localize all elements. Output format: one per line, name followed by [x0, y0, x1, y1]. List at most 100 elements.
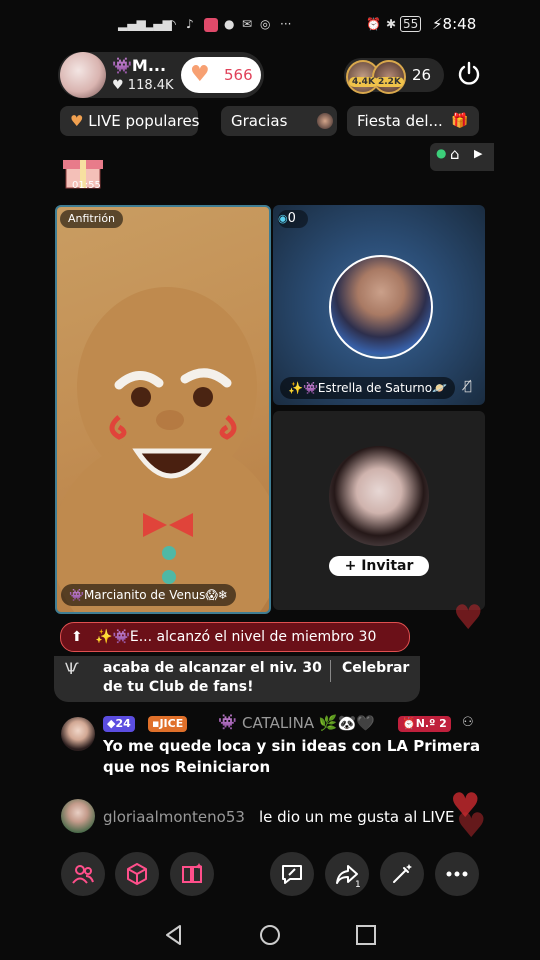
guest-name-chip-label: Estrella de Saturno: [317, 381, 433, 395]
guest-avatar[interactable]: [329, 255, 433, 359]
whatsapp-icon: ◎: [260, 17, 271, 31]
edit-chat-icon: [282, 865, 302, 884]
member-level-banner[interactable]: ⬆ ✨👾E... alcanzó el nivel de miembro 30: [60, 622, 410, 652]
wifi-icon: ◠: [166, 17, 177, 31]
share-button[interactable]: 1: [325, 852, 369, 896]
effects-button[interactable]: [115, 852, 159, 896]
host-name-chip[interactable]: 👾Marcianito de Venus😱❄: [61, 584, 236, 606]
mic-off-icon: 🎙̸: [464, 379, 472, 394]
chat-button[interactable]: [270, 852, 314, 896]
more-button[interactable]: [435, 852, 479, 896]
host-video-tile[interactable]: [55, 205, 271, 614]
tab-live-populares[interactable]: ♥ LIVE populares: [60, 106, 200, 136]
comment-avatar[interactable]: [61, 799, 95, 833]
tab-gracias[interactable]: Gracias: [221, 106, 337, 136]
recents-icon[interactable]: [355, 924, 377, 946]
home-nav-icon[interactable]: [259, 924, 281, 946]
rank-badge: ⏰N.º 2: [398, 716, 451, 732]
side-controls[interactable]: ● ⌂ ▶: [430, 143, 494, 171]
user-avatar: [317, 113, 333, 129]
stickers-button[interactable]: [170, 852, 214, 896]
sparkle-icon: ✨: [95, 629, 113, 645]
power-icon[interactable]: [455, 60, 483, 88]
host-likes-value: 118.4K: [127, 78, 174, 93]
user-group-icon: ⚇: [462, 715, 474, 730]
host-badge: Anfitrión: [60, 210, 124, 228]
viewer-badge: 4.4K: [349, 77, 378, 87]
guests-button[interactable]: [61, 852, 105, 896]
app-icon: [204, 18, 218, 32]
celebrate-button[interactable]: Celebrar: [342, 660, 409, 676]
floating-heart-icon: ♥: [453, 598, 484, 638]
notification-text: acaba de alcanzar el niv. 30 de tu Club …: [103, 660, 322, 695]
status-dot-icon: ●: [436, 146, 447, 160]
gift-timer: 01:55: [72, 180, 101, 191]
tab-label: LIVE populares: [88, 112, 200, 130]
facebook-icon: ●: [224, 17, 235, 31]
planet-icon: 🪐: [432, 381, 448, 395]
signal-icon: ▂▄▆: [118, 17, 146, 31]
invite-label: Invitar: [361, 558, 414, 574]
battery-icon: 55: [400, 16, 422, 32]
more-icon: [446, 871, 468, 877]
host-name-text: M...: [131, 56, 167, 75]
member-banner-text: E... alcanzó el nivel de miembro 30: [129, 629, 377, 645]
enhance-button[interactable]: [380, 852, 424, 896]
alien-icon: 👾: [302, 381, 318, 395]
heart-icon: ♥: [70, 112, 84, 130]
invitee-avatar: [329, 446, 429, 546]
alarm-icon: ⏰: [366, 17, 381, 31]
alien-icon: 👾: [69, 588, 84, 602]
tab-fiesta[interactable]: Fiesta del... 🎁: [347, 106, 479, 136]
comment-message: le dio un me gusta al LIVE: [259, 808, 455, 826]
sparkle-icon: ✨: [288, 381, 303, 395]
book-icon: [182, 863, 202, 883]
host-likes: ♥ 118.4K: [112, 78, 174, 93]
clock: ⚡8:48: [432, 15, 477, 33]
guest-name-chip[interactable]: ✨👾Estrella de Saturno🪐: [280, 377, 456, 399]
arrow-up-icon: ⬆: [71, 629, 83, 645]
host-avatar[interactable]: [60, 52, 106, 98]
viewer-badge: 2.2K: [375, 77, 404, 87]
level-badge-value: 24: [115, 717, 131, 730]
comment-user-name: CATALINA: [242, 714, 315, 732]
comment-message: Yo me quede loca y sin ideas con LA Prim…: [103, 737, 481, 776]
comment-user[interactable]: CATALINA 🌿🐼🖤: [242, 714, 375, 732]
mail-icon: ✉: [242, 17, 253, 31]
host-name: 👾M...: [112, 56, 167, 75]
guest-gift-count: ◉0: [278, 210, 308, 228]
gingerbread-face: [57, 287, 269, 612]
back-icon[interactable]: [163, 924, 185, 946]
level-badge: ◆24: [103, 716, 135, 732]
invite-button[interactable]: + Invitar: [329, 556, 429, 576]
alien-icon: 👾: [112, 629, 130, 645]
share-count: 1: [355, 880, 361, 890]
fan-club-icon: Ѱ: [65, 659, 79, 678]
people-icon: [72, 865, 94, 884]
gift-icon: 🎁: [451, 113, 469, 129]
fan-badge: ▪JICE: [148, 716, 188, 732]
divider: [330, 660, 331, 682]
viewer-count: 26: [412, 66, 432, 84]
battery-level: 55: [403, 17, 419, 31]
guest-gift-count-value: 0: [287, 211, 296, 226]
more-icon: ···: [280, 17, 292, 31]
fan-badge-value: JICE: [159, 717, 184, 730]
tab-label: Fiesta del...: [357, 112, 443, 130]
clock-time: 8:48: [442, 15, 477, 33]
rank-badge-value: N.º 2: [415, 717, 447, 730]
comment-avatar[interactable]: [61, 717, 95, 751]
coin-icon: ◉: [278, 212, 288, 225]
home-icon: ⌂: [450, 145, 460, 163]
play-icon: ▶: [474, 147, 483, 160]
cube-icon: [127, 863, 147, 885]
floating-heart-icon: ♥: [456, 806, 487, 846]
heart-icon: ♥: [190, 62, 210, 87]
like-count: 566: [224, 66, 253, 84]
host-name-chip-label: Marcianito de Venus: [83, 588, 206, 602]
alien-icon: 👾: [218, 713, 237, 731]
comment-user[interactable]: gloriaalmonteno53: [103, 808, 245, 826]
tiktok-icon: ♪: [186, 17, 194, 31]
emoji-icon: 🌿🐼🖤: [318, 714, 375, 732]
status-bar: ▂▄▆ ▂▄▆ ◠ ♪ ● ✉ ◎ ··· ⏰ ✱ 55 ⚡8:48: [0, 0, 540, 50]
